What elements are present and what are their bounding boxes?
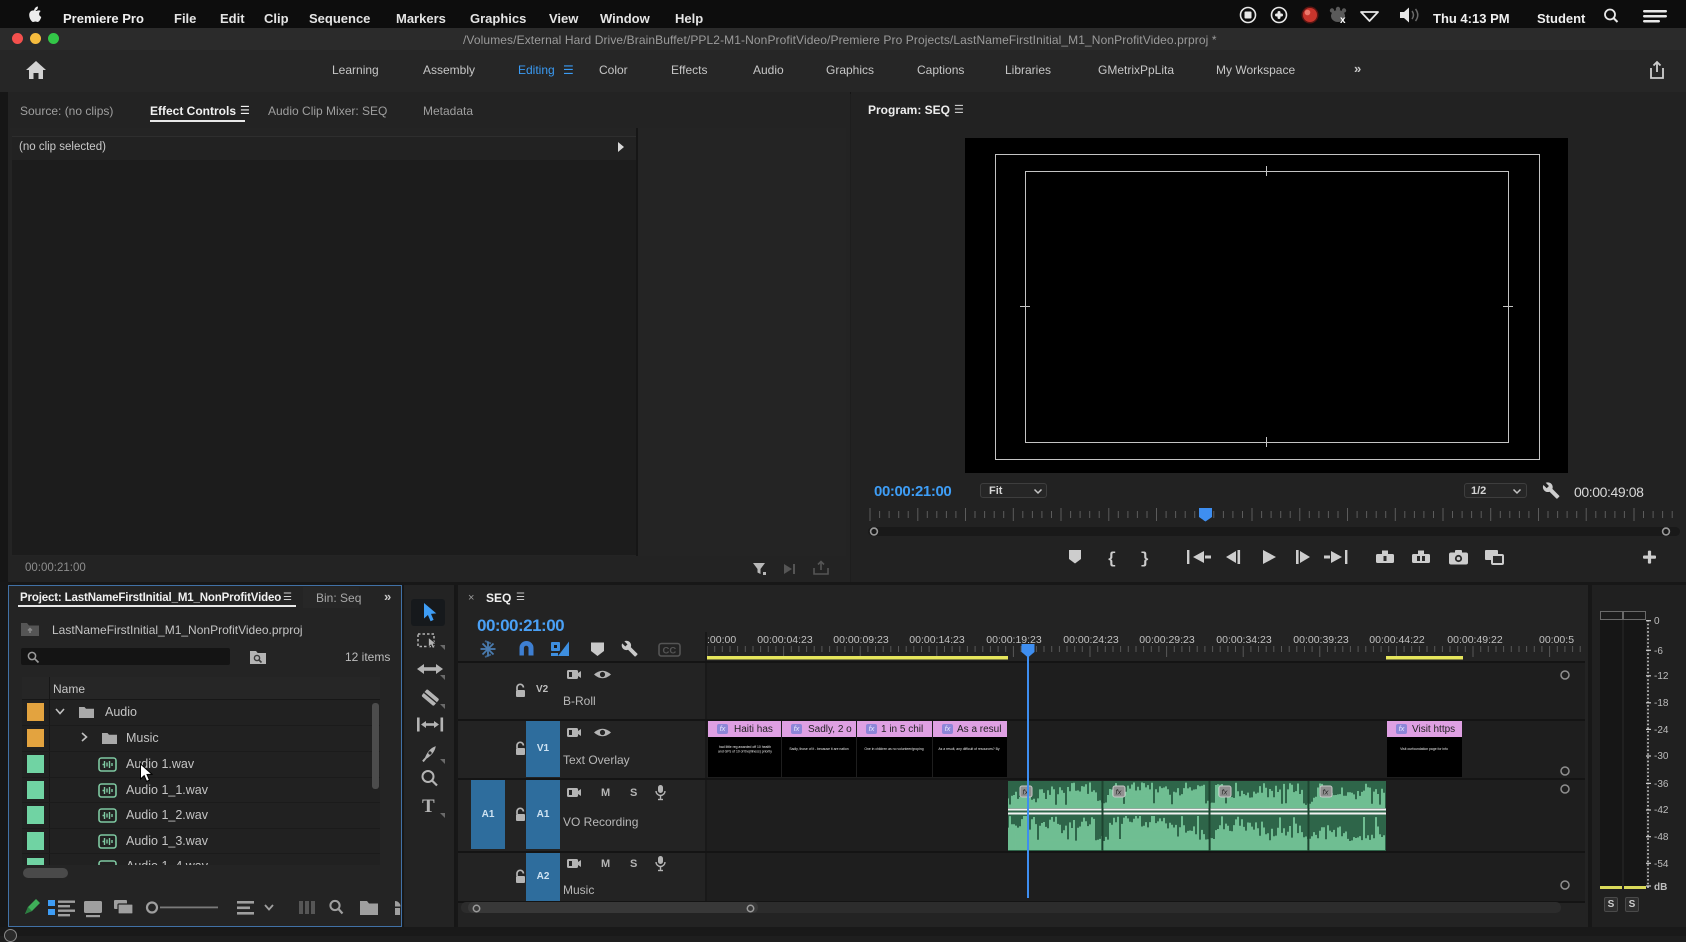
svg-text:0: 0 [1654,616,1660,627]
svg-text:-36: -36 [1654,779,1669,790]
svg-text:00:00:44:22: 00:00:44:22 [1369,634,1425,646]
svg-text:CC: CC [663,646,677,657]
svg-text:00:00:24:23: 00:00:24:23 [1063,634,1119,646]
svg-text:fx: fx [1116,788,1122,797]
svg-text:00:00:14:23: 00:00:14:23 [909,634,965,646]
svg-text:00:00:29:23: 00:00:29:23 [1139,634,1195,646]
svg-text:-42: -42 [1654,805,1669,816]
svg-text:Sadly, those of it - because i: Sadly, those of it - because it are nati… [789,747,848,751]
svg-text:00:00:5: 00:00:5 [1539,634,1574,646]
svg-text:-54: -54 [1654,859,1669,870]
svg-text:Visit ourfoundation page for i: Visit ourfoundation page for info [1400,747,1448,751]
svg-text:-24: -24 [1654,725,1669,736]
svg-text:-48: -48 [1654,832,1669,843]
svg-text:{: { [1107,550,1117,568]
svg-text:-30: -30 [1654,751,1669,762]
svg-text:fx: fx [1323,788,1329,797]
svg-text:00:00:49:22: 00:00:49:22 [1447,634,1503,646]
svg-text:00:00:39:23: 00:00:39:23 [1293,634,1349,646]
svg-text:}: } [1140,550,1150,568]
svg-text:dB: dB [1654,882,1667,893]
svg-text:00:00:09:23: 00:00:09:23 [833,634,889,646]
svg-text:00:00:34:23: 00:00:34:23 [1216,634,1272,646]
svg-text:fx: fx [1222,788,1228,797]
svg-text:-6: -6 [1654,646,1663,657]
svg-text:As a result, any difficult of: As a result, any difficult of resources?… [938,747,999,751]
svg-text:-18: -18 [1654,698,1669,709]
svg-text:had little reg awarded off 10: had little reg awarded off 10 health [719,745,771,749]
svg-text:00:00:04:23: 00:00:04:23 [757,634,813,646]
svg-text:T: T [422,796,435,817]
svg-text:-12: -12 [1654,671,1669,682]
svg-text:and GPs of 10 of the(illness): and GPs of 10 of the(illness) priority [718,750,772,754]
svg-text:x: x [1340,15,1346,26]
svg-text::00:00: :00:00 [707,634,736,646]
svg-text:One in children as no voluntee: One in children as no volunteer/groping [864,747,923,751]
